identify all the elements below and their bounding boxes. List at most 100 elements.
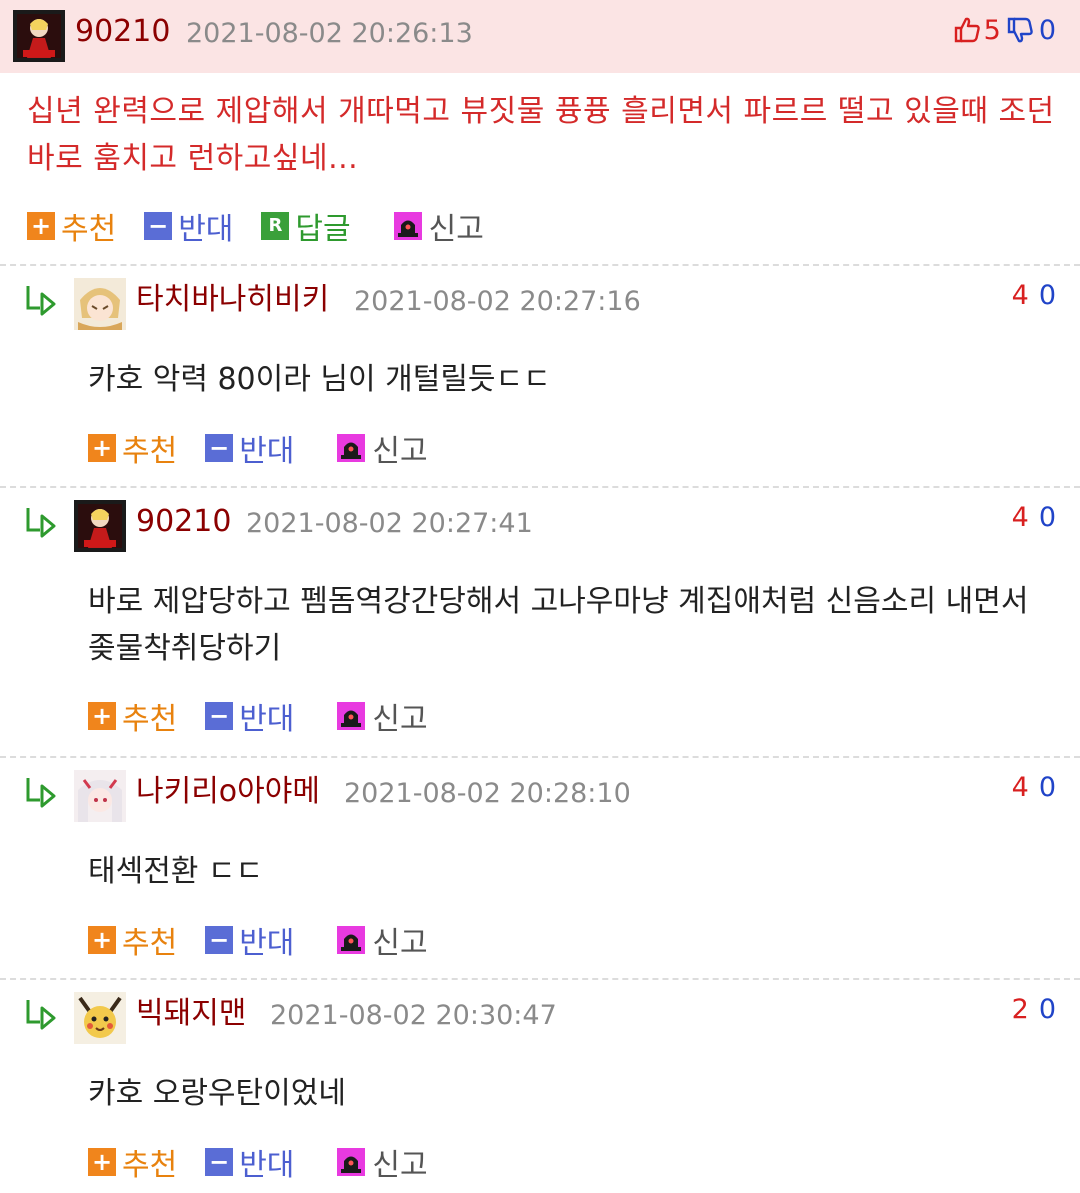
oppose-label: 반대 [239, 702, 295, 737]
minus-icon: − [144, 212, 173, 240]
thumbs-down-icon[interactable] [1005, 15, 1035, 45]
reply-item: 빅돼지맨 2021-08-02 20:30:47 20 카호 오랑우탄이었네 +… [0, 978, 1080, 1193]
minus-icon: − [205, 434, 234, 462]
oppose-label: 반대 [239, 1148, 295, 1183]
recommend-label: 추천 [61, 212, 117, 247]
recommend-button[interactable]: + 추천 [88, 918, 177, 962]
vote-counts: 40 [1012, 498, 1056, 538]
down-count: 0 [1038, 994, 1056, 1025]
report-label: 신고 [372, 702, 428, 737]
avatar[interactable] [74, 278, 126, 330]
timestamp: 2021-08-02 20:27:16 [354, 286, 641, 317]
report-button[interactable]: 신고 [336, 694, 428, 738]
up-count: 4 [1011, 502, 1029, 533]
timestamp: 2021-08-02 20:26:13 [186, 18, 473, 49]
reply-actions: + 추천 − 반대 신고 [88, 1140, 428, 1184]
report-button[interactable]: 신고 [336, 918, 428, 962]
minus-icon: − [205, 1148, 234, 1176]
recommend-button[interactable]: + 추천 [27, 204, 116, 248]
vote-counts: 40 [1012, 276, 1056, 316]
oppose-label: 반대 [239, 926, 295, 961]
avatar-image-icon [13, 10, 65, 62]
avatar[interactable] [74, 770, 126, 822]
comment-header: 90210 2021-08-02 20:26:13 5 0 [0, 0, 1080, 73]
oppose-button[interactable]: − 반대 [205, 426, 294, 470]
reply-label: 답글 [295, 212, 351, 247]
recommend-label: 추천 [122, 434, 178, 469]
vote-counts: 5 0 [952, 10, 1056, 50]
nickname[interactable]: 90210 [75, 12, 170, 52]
plus-icon: + [88, 702, 116, 730]
reply-actions: + 추천 − 반대 신고 [88, 426, 428, 470]
oppose-button[interactable]: − 반대 [205, 918, 294, 962]
reply-item: 타치바나히비키 2021-08-02 20:27:16 40 카호 악력 80이… [0, 264, 1080, 486]
siren-icon [336, 1148, 366, 1176]
recommend-label: 추천 [122, 1148, 178, 1183]
avatar[interactable] [13, 10, 65, 62]
reply-actions: + 추천 − 반대 신고 [88, 694, 428, 738]
siren-icon [336, 926, 366, 954]
reply-r-icon: R [261, 212, 290, 240]
timestamp: 2021-08-02 20:28:10 [344, 778, 631, 809]
reply-body: 카호 오랑우탄이었네 [88, 1076, 346, 1111]
avatar-image-icon [74, 278, 126, 330]
siren-icon [393, 212, 423, 240]
report-button[interactable]: 신고 [393, 204, 484, 248]
top-comment: 90210 2021-08-02 20:26:13 5 0 십년 완력으로 제압… [0, 0, 1080, 247]
nickname[interactable]: 90210 [136, 502, 231, 542]
avatar[interactable] [74, 500, 126, 552]
plus-icon: + [27, 212, 55, 240]
avatar[interactable] [74, 992, 126, 1044]
up-count: 4 [1011, 772, 1029, 803]
timestamp: 2021-08-02 20:30:47 [270, 1000, 557, 1031]
recommend-button[interactable]: + 추천 [88, 426, 177, 470]
comment-body: 십년 완력으로 제압해서 개따먹고 뷰짓물 퓽퓽 흘리면서 파르르 떨고 있을때… [27, 94, 1055, 176]
report-button[interactable]: 신고 [336, 426, 428, 470]
nickname[interactable]: 타치바나히비키 [136, 280, 329, 320]
reply-item: 90210 2021-08-02 20:27:41 40 바로 제압당하고 펨돔… [0, 486, 1080, 756]
minus-icon: − [205, 702, 234, 730]
siren-icon [336, 434, 366, 462]
oppose-label: 반대 [239, 434, 295, 469]
oppose-button[interactable]: − 반대 [205, 1140, 294, 1184]
reply-arrow-icon [24, 996, 60, 1032]
nickname[interactable]: 빅돼지맨 [136, 994, 246, 1034]
up-count: 5 [983, 14, 1001, 46]
reply-body: 바로 제압당하고 펨돔역강간당해서 고나우마냥 계집애처럼 신음소리 내면서 좆… [88, 584, 1029, 666]
oppose-button[interactable]: − 반대 [205, 694, 294, 738]
recommend-button[interactable]: + 추천 [88, 1140, 177, 1184]
oppose-button[interactable]: − 반대 [144, 204, 233, 248]
plus-icon: + [88, 926, 116, 954]
report-label: 신고 [428, 212, 484, 247]
down-count: 0 [1038, 14, 1056, 46]
reply-actions: + 추천 − 반대 신고 [88, 918, 428, 962]
vote-counts: 40 [1012, 768, 1056, 808]
nickname[interactable]: 나키리o아야메 [136, 772, 320, 812]
reply-item: 나키리o아야메 2021-08-02 20:28:10 40 태섹전환 ㄷㄷ +… [0, 756, 1080, 978]
thumbs-up-icon[interactable] [952, 15, 982, 45]
report-button[interactable]: 신고 [336, 1140, 428, 1184]
report-label: 신고 [372, 926, 428, 961]
reply-arrow-icon [24, 774, 60, 810]
down-count: 0 [1038, 772, 1056, 803]
report-label: 신고 [372, 434, 428, 469]
avatar-image-icon [74, 770, 126, 822]
reply-body: 태섹전환 ㄷㄷ [88, 854, 264, 889]
recommend-label: 추천 [122, 926, 178, 961]
down-count: 0 [1038, 502, 1056, 533]
comment-actions: + 추천 − 반대 R 답글 신고 [27, 204, 484, 248]
minus-icon: − [205, 926, 234, 954]
up-count: 2 [1011, 994, 1029, 1025]
reply-arrow-icon [24, 282, 60, 318]
recommend-label: 추천 [122, 702, 178, 737]
up-count: 4 [1011, 280, 1029, 311]
avatar-image-icon [74, 992, 126, 1044]
reply-body: 카호 악력 80이라 님이 개털릴듯ㄷㄷ [88, 362, 551, 397]
siren-icon [336, 702, 366, 730]
reply-button[interactable]: R 답글 [261, 204, 351, 248]
vote-counts: 20 [1012, 990, 1056, 1030]
plus-icon: + [88, 1148, 116, 1176]
report-label: 신고 [372, 1148, 428, 1183]
recommend-button[interactable]: + 추천 [88, 694, 177, 738]
timestamp: 2021-08-02 20:27:41 [246, 508, 533, 539]
